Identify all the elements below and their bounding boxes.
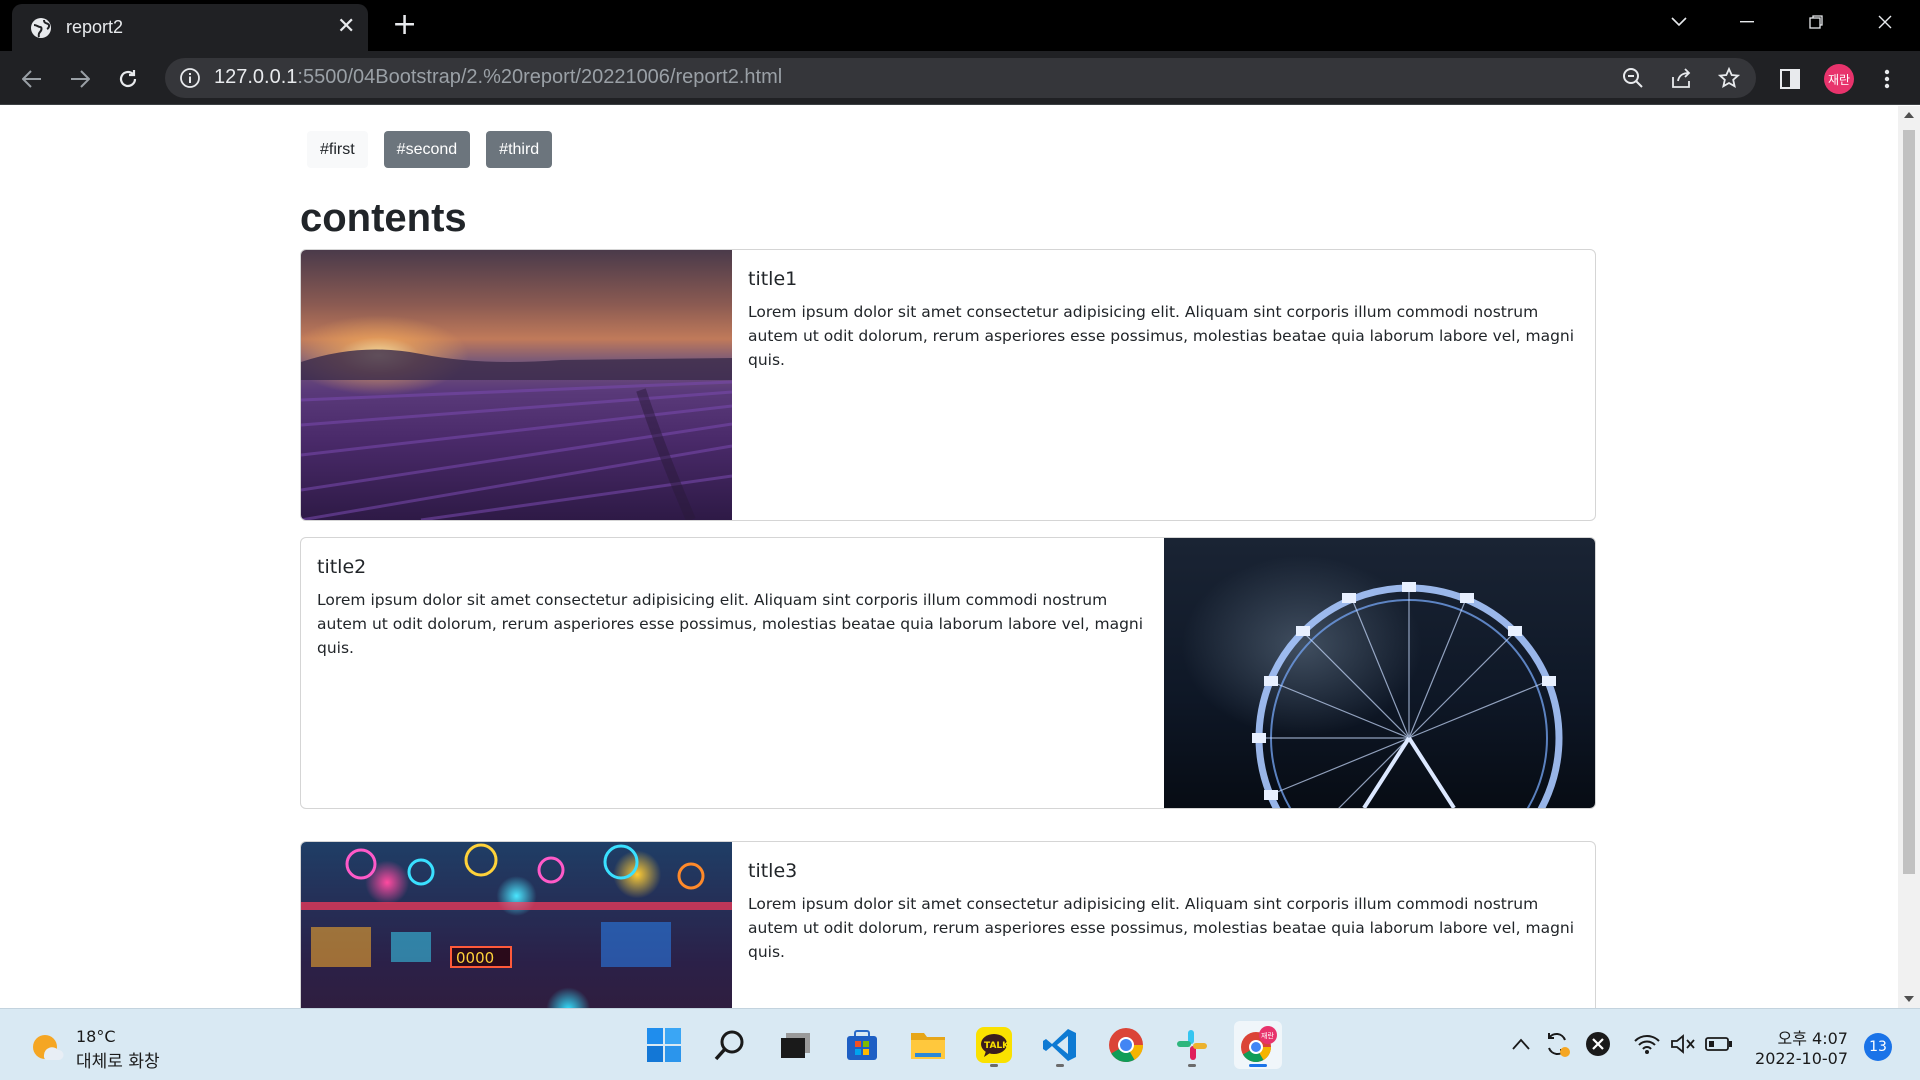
search-icon[interactable] xyxy=(706,1021,754,1069)
card-3-text: Lorem ipsum dolor sit amet consectetur a… xyxy=(748,895,1575,961)
card-1-title: title1 xyxy=(748,268,798,290)
card-2-title: title2 xyxy=(317,556,367,578)
bookmark-star-icon[interactable] xyxy=(1717,66,1741,90)
card-3-body: title3 Lorem ipsum dolor sit amet consec… xyxy=(732,842,1595,982)
ferris-wheel-image xyxy=(1164,538,1595,808)
running-indicator xyxy=(990,1064,998,1067)
url-path: :5500/04Bootstrap/2.%20report/20221006/r… xyxy=(297,66,783,88)
chrome-icon[interactable] xyxy=(1102,1021,1150,1069)
wifi-icon[interactable] xyxy=(1632,1029,1662,1059)
tab-report2[interactable]: report2 ✕ xyxy=(12,4,368,51)
back-icon[interactable] xyxy=(18,65,46,93)
sync-icon[interactable] xyxy=(1542,1029,1572,1059)
neon-sign-text: 0000 xyxy=(456,949,494,967)
clock-time[interactable]: 오후 4:07 xyxy=(1758,1025,1848,1049)
page-viewport: #first #second #third contents title1 Lo… xyxy=(0,106,1898,1008)
clock-date[interactable]: 2022-10-07 xyxy=(1740,1049,1848,1068)
profile-avatar[interactable]: 재란 xyxy=(1824,64,1854,94)
running-indicator xyxy=(1188,1064,1196,1067)
battery-icon[interactable] xyxy=(1704,1029,1734,1059)
volume-muted-icon[interactable] xyxy=(1668,1029,1698,1059)
kakaotalk-icon[interactable]: TALK xyxy=(970,1021,1018,1069)
url-host: 127.0.0.1 xyxy=(214,66,298,88)
scroll-down-icon[interactable] xyxy=(1904,996,1914,1002)
share-icon[interactable] xyxy=(1669,66,1693,90)
chevron-up-icon[interactable] xyxy=(1506,1029,1536,1059)
chrome-profile-icon[interactable]: 재란 xyxy=(1234,1021,1282,1069)
zoom-icon[interactable] xyxy=(1621,66,1645,90)
card-2: title2 Lorem ipsum dolor sit amet consec… xyxy=(300,537,1596,809)
weather-temperature[interactable]: 18°C xyxy=(76,1027,116,1046)
page-heading: contents xyxy=(300,196,467,240)
kakaotalk-label: TALK xyxy=(984,1041,1010,1051)
card-3: 0000 title3 Lorem ipsum dolor sit amet c… xyxy=(300,841,1596,1008)
scroll-up-icon[interactable] xyxy=(1904,112,1914,118)
scroll-thumb[interactable] xyxy=(1903,130,1915,874)
weather-description[interactable]: 대체로 화창 xyxy=(76,1047,160,1072)
notification-badge[interactable]: 13 xyxy=(1864,1033,1892,1061)
menu-dots-icon[interactable] xyxy=(1873,65,1901,93)
page-scrollbar[interactable] xyxy=(1898,106,1920,1008)
windows-start-icon[interactable] xyxy=(640,1021,688,1069)
file-explorer-icon[interactable] xyxy=(904,1021,952,1069)
tag-second[interactable]: #second xyxy=(383,131,471,168)
card-3-title: title3 xyxy=(748,860,798,882)
side-panel-icon[interactable] xyxy=(1776,65,1804,93)
slack-icon[interactable] xyxy=(1168,1021,1216,1069)
app-tray-icon[interactable] xyxy=(1583,1029,1613,1059)
browser-toolbar: 127.0.0.1:5500/04Bootstrap/2.%20report/2… xyxy=(0,51,1920,105)
card-2-body: title2 Lorem ipsum dolor sit amet consec… xyxy=(301,538,1164,678)
tag-first[interactable]: #first xyxy=(307,131,368,168)
close-window-icon[interactable] xyxy=(1861,0,1909,44)
card-1-text: Lorem ipsum dolor sit amet consectetur a… xyxy=(748,303,1575,369)
active-indicator xyxy=(1249,1064,1267,1067)
vscode-icon[interactable] xyxy=(1036,1021,1084,1069)
card-2-text: Lorem ipsum dolor sit amet consectetur a… xyxy=(317,591,1144,657)
site-info-icon[interactable] xyxy=(179,67,201,93)
tag-third[interactable]: #third xyxy=(486,131,553,168)
tag-list: #first #second #third xyxy=(307,131,553,168)
reload-icon[interactable] xyxy=(114,65,142,93)
windows-taskbar: 18°C 대체로 화창 TALK 재란 오후 4:07 2022-10-07 1… xyxy=(0,1008,1920,1080)
card-1: title1 Lorem ipsum dolor sit amet consec… xyxy=(300,249,1596,521)
restore-icon[interactable] xyxy=(1792,0,1840,44)
tab-search-icon[interactable] xyxy=(1655,0,1703,44)
tab-title: report2 xyxy=(66,17,124,37)
tab-close-icon[interactable]: ✕ xyxy=(337,14,355,40)
address-bar[interactable]: 127.0.0.1:5500/04Bootstrap/2.%20report/2… xyxy=(165,58,1756,98)
url-text[interactable]: 127.0.0.1:5500/04Bootstrap/2.%20report/2… xyxy=(214,66,782,89)
weather-icon[interactable] xyxy=(30,1031,64,1065)
running-indicator xyxy=(1056,1064,1064,1067)
new-tab-button[interactable]: + xyxy=(392,10,417,40)
globe-icon xyxy=(30,17,52,39)
forward-icon[interactable] xyxy=(66,65,94,93)
browser-titlebar: report2 ✕ + xyxy=(0,0,1920,51)
card-1-body: title1 Lorem ipsum dolor sit amet consec… xyxy=(732,250,1595,390)
lavender-field-image xyxy=(301,250,732,520)
microsoft-store-icon[interactable] xyxy=(838,1021,886,1069)
neon-arcade-image: 0000 xyxy=(301,842,732,1008)
minimize-icon[interactable] xyxy=(1723,0,1771,44)
chrome-profile-badge: 재란 xyxy=(1261,1032,1274,1040)
task-view-icon[interactable] xyxy=(772,1021,820,1069)
